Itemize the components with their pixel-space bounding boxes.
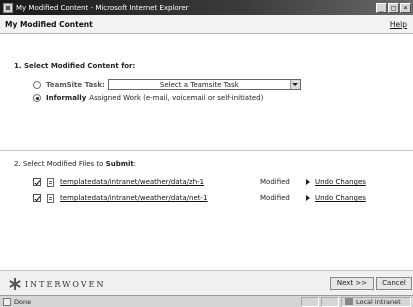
document-icon [47, 193, 54, 203]
teamsite-task-label: TeamSite Task: [46, 80, 105, 89]
file-status: Modified [260, 178, 290, 186]
interwoven-logo-text: INTERWOVEN [25, 279, 106, 289]
status-bar: Done Local intranet [0, 295, 413, 307]
page-footer: INTERWOVEN Next >> Cancel [0, 270, 413, 295]
status-pane [301, 296, 319, 307]
file-status: Modified [260, 194, 290, 202]
undo-changes-link[interactable]: Undo Changes [315, 178, 366, 186]
dropdown-arrow-icon[interactable] [289, 80, 300, 89]
page-header: My Modified Content Help [0, 15, 413, 34]
status-text: Done [14, 297, 32, 306]
informal-row: Informally Assigned Work (e-mail, voicem… [33, 94, 263, 102]
ie-app-icon [3, 2, 13, 13]
file-checkbox[interactable] [33, 178, 41, 186]
main-content: 1. Select Modified Content for: TeamSite… [0, 34, 413, 270]
file-row: templatedata/intranet/weather/data/zh-1 … [33, 176, 383, 188]
window-controls: _ □ × [376, 2, 411, 13]
section1-title: 1. Select Modified Content for: [14, 62, 136, 70]
window-titlebar: My Modified Content - Microsoft Internet… [0, 0, 413, 15]
informal-label-rest: Assigned Work (e-mail, voicemail or self… [89, 94, 264, 102]
section2-title-suffix: : [133, 160, 137, 168]
informal-label-bold: Informally [46, 94, 87, 102]
zone-label: Local intranet [356, 297, 401, 306]
security-zone: Local intranet [341, 296, 411, 307]
teamsite-task-select-value: Select a Teamsite Task [159, 80, 239, 89]
section2-title: 2. Select Modified Files to Submit: [14, 160, 136, 168]
teamsite-task-row: TeamSite Task: Select a Teamsite Task [33, 79, 301, 90]
intranet-zone-icon [345, 298, 353, 305]
section-divider [0, 150, 413, 151]
window-title: My Modified Content - Microsoft Internet… [16, 3, 189, 12]
file-link[interactable]: templatedata/intranet/weather/data/zh-1 [60, 178, 260, 186]
next-button[interactable]: Next >> [330, 277, 374, 290]
informal-radio[interactable] [33, 94, 41, 102]
teamsite-task-select[interactable]: Select a Teamsite Task [107, 79, 301, 90]
file-checkbox[interactable] [33, 194, 41, 202]
arrow-right-icon [306, 195, 310, 201]
page-status-icon [3, 297, 11, 306]
status-pane [321, 296, 339, 307]
minimize-button[interactable]: _ [376, 2, 387, 13]
arrow-right-icon [306, 179, 310, 185]
cancel-button[interactable]: Cancel [376, 277, 412, 290]
section2-title-prefix: 2. Select Modified Files to [14, 160, 104, 168]
maximize-button[interactable]: □ [388, 2, 399, 13]
undo-changes-link[interactable]: Undo Changes [315, 194, 366, 202]
page-title: My Modified Content [5, 20, 93, 29]
file-link[interactable]: templatedata/intranet/weather/data/net-1 [60, 194, 260, 202]
teamsite-task-radio[interactable] [33, 80, 41, 89]
interwoven-logo: INTERWOVEN [9, 278, 105, 290]
interwoven-logo-icon [9, 278, 21, 290]
file-row: templatedata/intranet/weather/data/net-1… [33, 192, 383, 204]
help-link[interactable]: Help [390, 20, 407, 29]
section2-title-bold: Submit [105, 160, 134, 168]
document-icon [47, 177, 54, 187]
close-button[interactable]: × [400, 2, 411, 13]
